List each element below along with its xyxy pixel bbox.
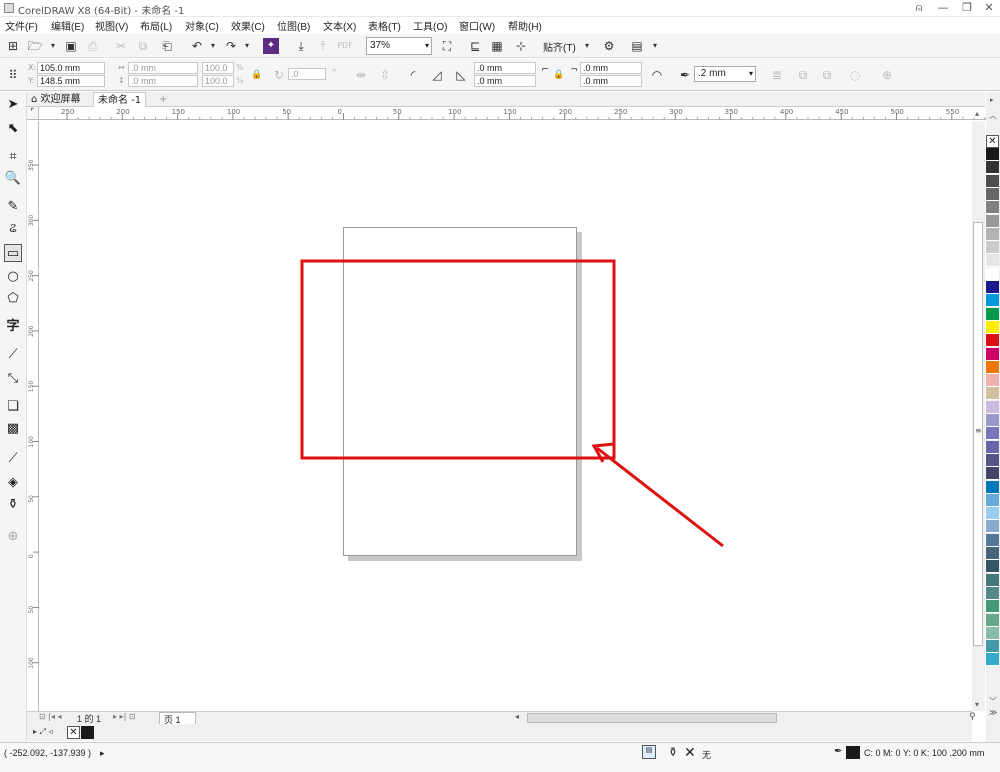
palette-swatch[interactable]	[986, 227, 999, 241]
palette-swatch[interactable]	[986, 653, 999, 667]
palette-scroll-up-icon[interactable]: ︿	[989, 110, 997, 121]
palette-swatch[interactable]	[986, 467, 999, 481]
chevron-right-icon[interactable]: ▸	[100, 748, 105, 759]
cursor-coordinates: ( -252.092, -137.939 )	[4, 748, 92, 758]
palette-scroll-down-icon[interactable]: ﹀	[989, 696, 997, 707]
palette-swatch[interactable]	[986, 427, 999, 441]
palette-swatch[interactable]	[986, 480, 999, 494]
palette-swatch[interactable]	[986, 387, 999, 401]
palette-swatch[interactable]	[986, 453, 999, 467]
palette-swatch[interactable]	[986, 254, 999, 268]
annotation-arrow-shaft	[596, 446, 724, 548]
palette-expand-icon[interactable]: ≫	[989, 708, 997, 717]
zoom-icon[interactable]: ⚲	[969, 712, 976, 722]
palette-swatch[interactable]	[986, 533, 999, 547]
status-bar: ( -252.092, -137.939 ) ▸ ▤ ⚱ ✕ 无 ✒ C: 0 …	[0, 742, 1000, 772]
no-fill-icon: ✕	[684, 745, 696, 761]
palette-swatch[interactable]	[986, 374, 999, 388]
palette-scroll-up-icon[interactable]: ▸	[990, 96, 994, 104]
palette-swatch[interactable]	[986, 267, 999, 281]
palette-swatch[interactable]	[986, 400, 999, 414]
outline-color-swatch[interactable]	[846, 746, 860, 759]
palette-swatch[interactable]	[986, 586, 999, 600]
palette-swatch[interactable]	[986, 440, 999, 454]
color-proof-icon[interactable]: ▤	[642, 745, 656, 759]
outline-pen-icon: ✒	[834, 746, 843, 757]
palette-swatch[interactable]	[986, 493, 999, 507]
palette-swatch[interactable]	[986, 307, 999, 321]
first-page-icon[interactable]: ⊡ |◂ ◂	[39, 712, 62, 721]
palette-swatch[interactable]	[986, 414, 999, 427]
palette-swatch[interactable]	[986, 613, 999, 627]
scroll-grip-icon: ≡	[975, 426, 982, 435]
palette-swatch[interactable]	[986, 640, 999, 654]
palette-swatch[interactable]	[986, 626, 999, 640]
palette-swatch[interactable]	[986, 281, 999, 294]
palette-swatch[interactable]	[986, 161, 999, 175]
palette-swatch[interactable]	[986, 600, 999, 614]
page-navigator-bar: ⊡ |◂ ◂ 1 的 1 ▸ ▸| ⊡ 页 1 ◂ ⚲	[27, 711, 976, 727]
palette-swatch[interactable]	[986, 320, 999, 334]
outline-status: C: 0 M: 0 Y: 0 K: 100 .200 mm	[864, 748, 985, 758]
no-color-swatch[interactable]: ✕	[986, 135, 999, 148]
palette-swatch[interactable]	[986, 573, 999, 587]
scroll-up-icon[interactable]: ▴	[975, 109, 979, 118]
horizontal-scroll-thumb[interactable]	[527, 713, 777, 723]
palette-swatch[interactable]	[986, 507, 999, 521]
palette-swatch[interactable]	[986, 547, 999, 560]
scroll-left-icon[interactable]: ◂	[515, 712, 519, 721]
palette-swatch[interactable]	[986, 201, 999, 215]
highlight-rectangle	[300, 259, 616, 460]
scroll-down-icon[interactable]: ▾	[975, 700, 979, 709]
document-palette: ▸ ⤢ ◃ ✕	[27, 724, 972, 741]
next-page-icon[interactable]: ▸ ▸| ⊡	[113, 712, 136, 721]
no-fill-swatch[interactable]: ✕	[67, 726, 80, 739]
annotation-overlay	[300, 259, 724, 548]
black-swatch[interactable]	[81, 726, 94, 739]
palette-swatch[interactable]	[986, 187, 999, 201]
document-palette-icon[interactable]: ▸ ⤢ ◃	[33, 727, 53, 737]
palette-swatch[interactable]	[986, 174, 999, 188]
fill-status: 无	[702, 750, 712, 760]
palette-swatch[interactable]	[986, 294, 999, 308]
palette-swatch[interactable]	[986, 241, 999, 255]
palette-swatch[interactable]	[986, 360, 999, 374]
palette-swatch[interactable]	[986, 560, 999, 574]
palette-swatch[interactable]	[986, 347, 999, 361]
palette-swatch[interactable]	[986, 148, 999, 161]
palette-swatch[interactable]	[986, 214, 999, 228]
palette-swatch[interactable]	[986, 334, 999, 348]
fill-bucket-icon[interactable]: ⚱	[668, 745, 678, 759]
palette-swatch[interactable]	[986, 520, 999, 534]
